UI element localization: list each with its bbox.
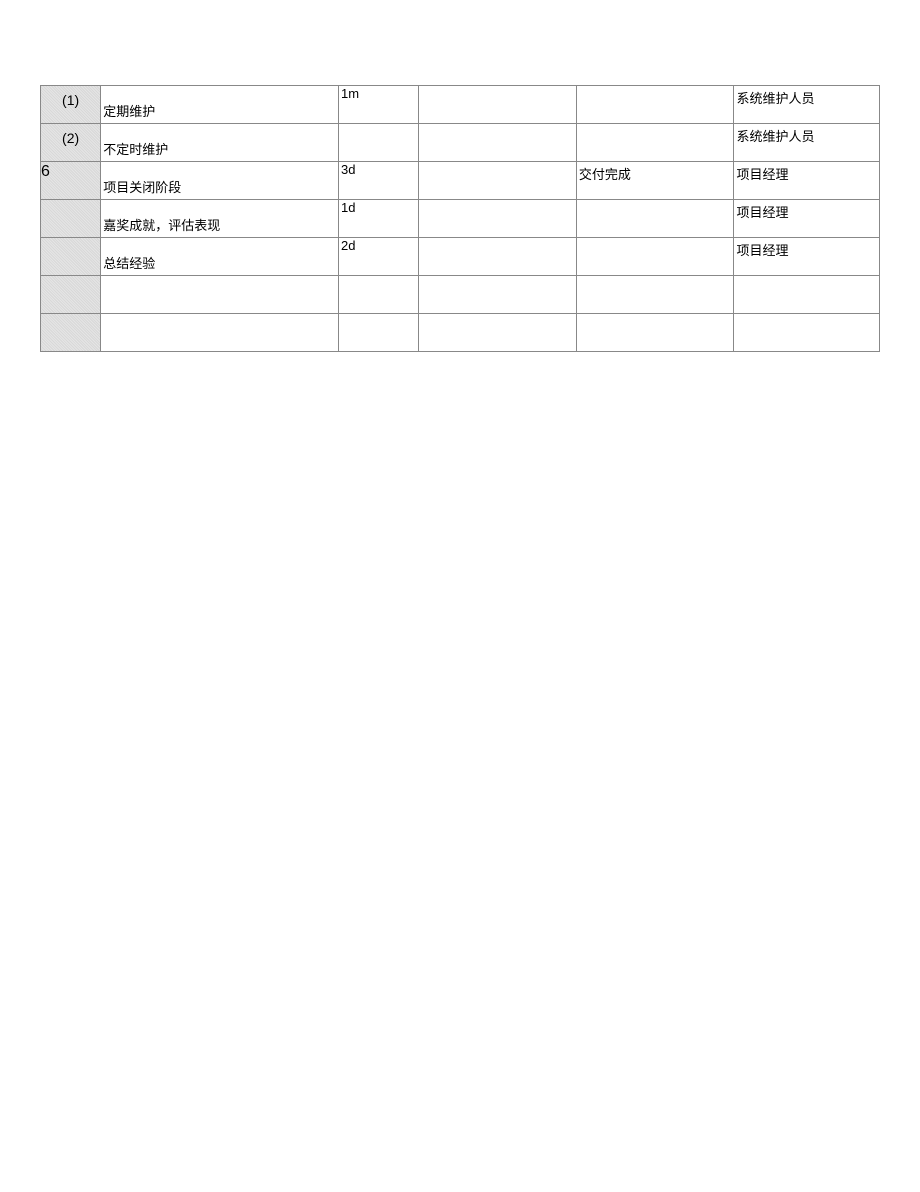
col4-cell — [419, 86, 577, 124]
col5-cell — [576, 276, 734, 314]
owner-cell — [734, 276, 880, 314]
table-row: (2)不定时维护 系统维护人员 — [41, 124, 880, 162]
index-cell — [41, 314, 101, 352]
task-cell: 嘉奖成就，评估表现 — [101, 200, 339, 238]
duration-cell: 1d — [339, 200, 419, 238]
index-cell — [41, 238, 101, 276]
table-row: 总结经验2d 项目经理 — [41, 238, 880, 276]
task-cell — [101, 314, 339, 352]
owner-cell: 项目经理 — [734, 162, 880, 200]
owner-cell: 项目经理 — [734, 238, 880, 276]
index-cell — [41, 200, 101, 238]
owner-cell: 系统维护人员 — [734, 86, 880, 124]
owner-cell — [734, 314, 880, 352]
table-wrapper: (1)定期维护1m 系统维护人员 (2)不定时维护 系统维护人员 6项目关闭阶段3d 交付… — [0, 0, 920, 352]
task-cell — [101, 276, 339, 314]
col5-cell — [576, 86, 734, 124]
index-cell: (2) — [41, 124, 101, 162]
col5-cell — [576, 124, 734, 162]
task-cell: 定期维护 — [101, 86, 339, 124]
col4-cell — [419, 276, 577, 314]
task-cell: 不定时维护 — [101, 124, 339, 162]
index-cell: (1) — [41, 86, 101, 124]
table-row — [41, 276, 880, 314]
project-table: (1)定期维护1m 系统维护人员 (2)不定时维护 系统维护人员 6项目关闭阶段3d 交付… — [40, 85, 880, 352]
task-cell: 总结经验 — [101, 238, 339, 276]
duration-cell — [339, 276, 419, 314]
task-cell: 项目关闭阶段 — [101, 162, 339, 200]
col4-cell — [419, 314, 577, 352]
duration-cell: 1m — [339, 86, 419, 124]
table-row: (1)定期维护1m 系统维护人员 — [41, 86, 880, 124]
col5-cell — [576, 314, 734, 352]
duration-cell: 2d — [339, 238, 419, 276]
col5-cell: 交付完成 — [576, 162, 734, 200]
table-row: 6项目关闭阶段3d 交付完成项目经理 — [41, 162, 880, 200]
table-row: 嘉奖成就，评估表现1d 项目经理 — [41, 200, 880, 238]
owner-cell: 系统维护人员 — [734, 124, 880, 162]
index-cell: 6 — [41, 162, 101, 200]
col4-cell — [419, 124, 577, 162]
col5-cell — [576, 200, 734, 238]
duration-cell: 3d — [339, 162, 419, 200]
col5-cell — [576, 238, 734, 276]
col4-cell — [419, 238, 577, 276]
owner-cell: 项目经理 — [734, 200, 880, 238]
col4-cell — [419, 162, 577, 200]
duration-cell — [339, 314, 419, 352]
index-cell — [41, 276, 101, 314]
col4-cell — [419, 200, 577, 238]
duration-cell — [339, 124, 419, 162]
table-row — [41, 314, 880, 352]
